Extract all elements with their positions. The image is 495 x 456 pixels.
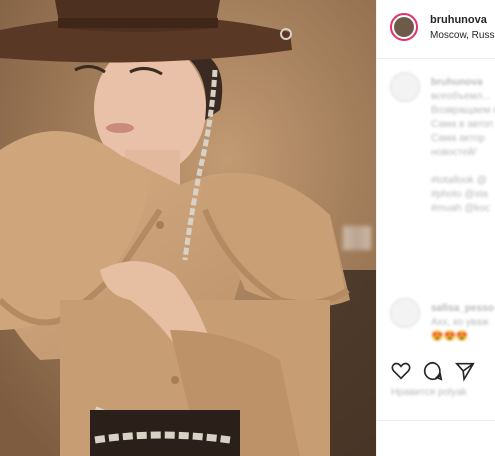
hashtag-link[interactable]: #photo @sta <box>431 189 488 200</box>
avatar[interactable] <box>390 13 418 41</box>
comment-text: Ахх, ко уваж <box>431 317 489 328</box>
caption-line: Возвращаем с <box>431 105 495 116</box>
comment-emoji: 😍😍😍 <box>431 331 469 342</box>
caption-line: всеобъемл... <box>431 91 491 102</box>
caption-avatar[interactable] <box>390 72 420 102</box>
post-photo[interactable] <box>0 0 376 456</box>
post-header: bruhunova Moscow, Russia <box>377 0 495 59</box>
likes-text[interactable]: Нравится polyak <box>391 387 467 398</box>
comment-username[interactable]: safisa_pesso <box>431 303 494 314</box>
hashtag-link[interactable]: #totallook @ <box>431 175 487 186</box>
post-side-panel: bruhunova Moscow, Russia bruhunova всеоб… <box>376 0 495 456</box>
hashtag-link[interactable]: #muah @koc <box>431 203 490 214</box>
post-username[interactable]: bruhunova <box>430 14 487 26</box>
caption-line: Сама актор <box>431 133 485 144</box>
photo-illustration <box>0 0 376 456</box>
comment-icon[interactable] <box>422 360 444 382</box>
share-icon[interactable] <box>454 360 476 382</box>
action-bar <box>390 360 490 384</box>
post-location[interactable]: Moscow, Russia <box>430 30 495 41</box>
comment-avatar[interactable] <box>390 298 420 328</box>
carousel-next-indicator[interactable] <box>343 226 371 250</box>
divider <box>377 420 495 421</box>
caption-line: Сама в автоп <box>431 119 494 130</box>
caption-username[interactable]: bruhunova <box>431 77 483 88</box>
caption-line: новостей/ <box>431 147 477 158</box>
heart-icon[interactable] <box>390 360 412 382</box>
